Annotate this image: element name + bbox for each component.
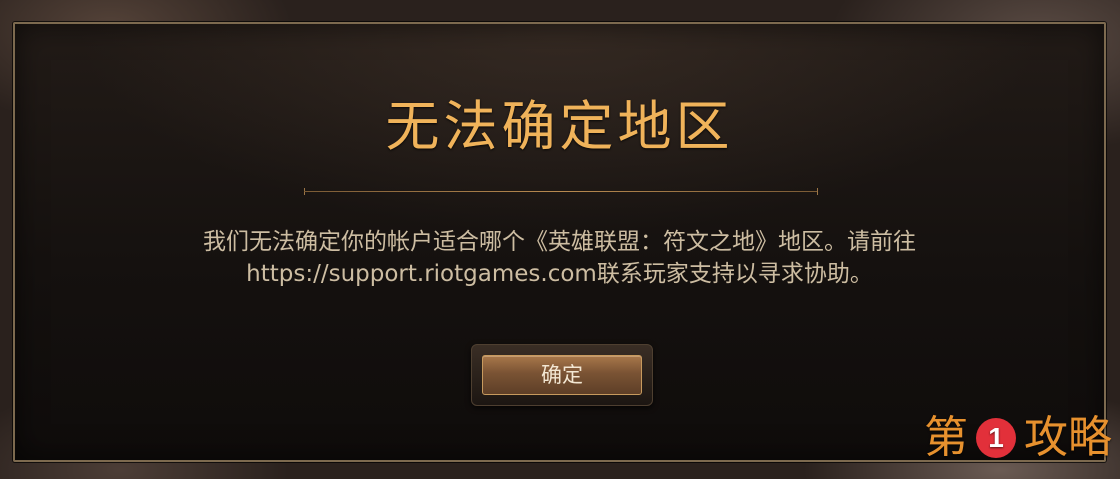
ok-button[interactable]: 确定 bbox=[482, 355, 642, 395]
dialog-message: 我们无法确定你的帐户适合哪个《英雄联盟：符文之地》地区。请前往 https://… bbox=[75, 226, 1044, 290]
ok-button-frame: 确定 bbox=[471, 344, 653, 406]
dialog-title: 无法确定地区 bbox=[385, 95, 734, 158]
site-watermark: 第 1 攻略 bbox=[924, 413, 1112, 463]
message-line-2: https://support.riotgames.com联系玩家支持以寻求协助… bbox=[246, 261, 873, 287]
watermark-number-badge: 1 bbox=[976, 418, 1016, 458]
region-error-dialog: 无法确定地区 我们无法确定你的帐户适合哪个《英雄联盟：符文之地》地区。请前往 h… bbox=[13, 22, 1106, 462]
title-divider bbox=[304, 188, 818, 195]
watermark-prefix: 第 bbox=[924, 412, 968, 463]
watermark-suffix: 攻略 bbox=[1024, 412, 1112, 463]
message-line-1: 我们无法确定你的帐户适合哪个《英雄联盟：符文之地》地区。请前往 bbox=[203, 229, 916, 255]
